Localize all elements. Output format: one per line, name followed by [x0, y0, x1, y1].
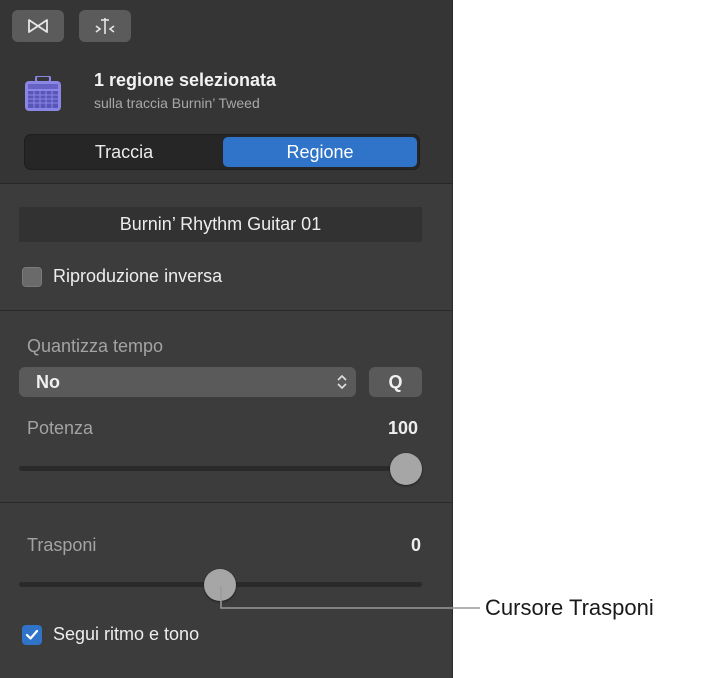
- callout-label: Cursore Trasponi: [485, 595, 654, 620]
- callout-line: [220, 586, 480, 609]
